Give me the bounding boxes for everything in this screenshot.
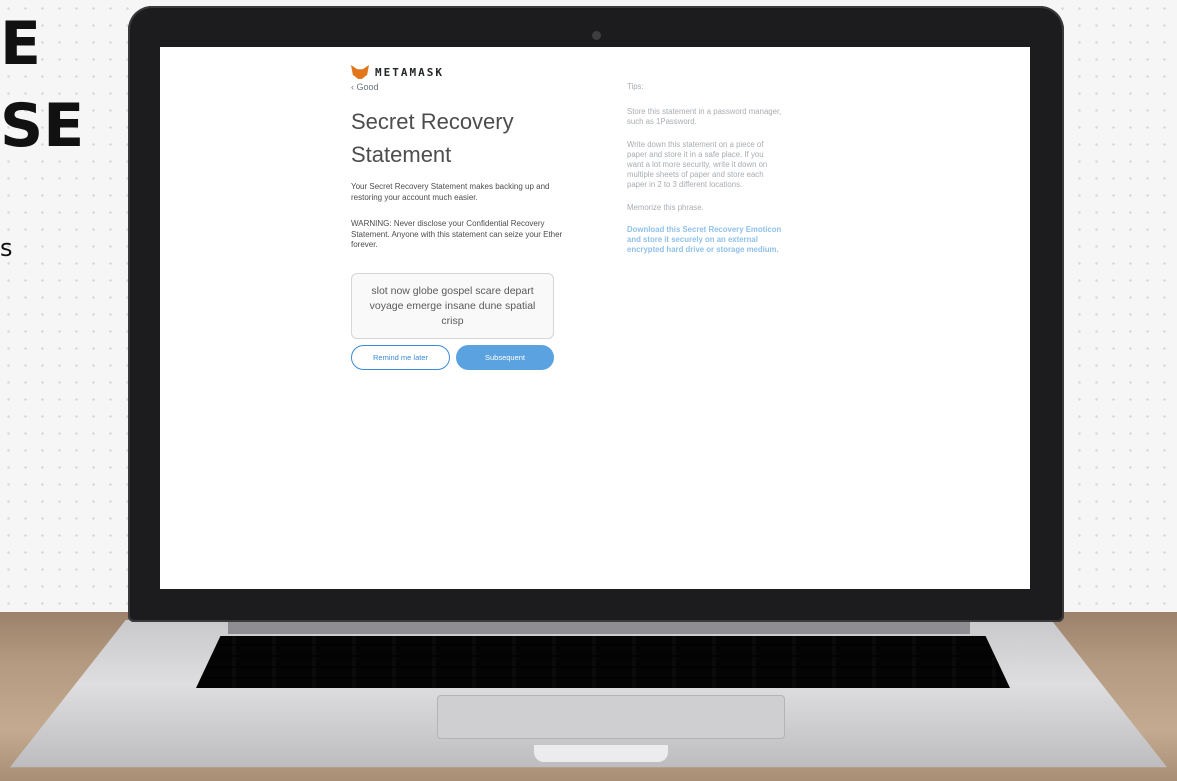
recovery-phrase-box[interactable]: slot now globe gospel scare depart voyag…	[351, 273, 554, 339]
headline-fragment: s	[0, 234, 13, 262]
laptop-trackpad	[437, 695, 785, 739]
camera-icon	[592, 31, 601, 40]
tip-item: Store this statement in a password manag…	[627, 107, 782, 127]
laptop-keyboard	[196, 636, 1010, 688]
download-link[interactable]: Download this Secret Recovery Emoticon a…	[627, 225, 782, 256]
tip-item: Memorize this phrase.	[627, 202, 704, 212]
recovery-phrase: slot now globe gospel scare depart voyag…	[369, 284, 536, 327]
brand-name: METAMASK	[375, 65, 444, 79]
tips-panel: Tips: Store this statement in a password…	[627, 82, 782, 267]
fox-icon	[351, 65, 369, 79]
laptop-notch	[534, 745, 668, 762]
tips-heading: Tips:	[627, 82, 644, 91]
laptop-screen: METAMASK ‹ Good Secret Recovery Statemen…	[160, 47, 1030, 589]
headline-line-1: E	[0, 9, 41, 79]
laptop-hinge	[228, 620, 970, 634]
remind-later-button[interactable]: Remind me later	[351, 345, 450, 370]
warning-text: WARNING: Never disclose your Confidentia…	[351, 219, 563, 249]
next-button[interactable]: Subsequent	[456, 345, 554, 370]
intro-text: Your Secret Recovery Statement makes bac…	[351, 182, 550, 202]
headline-line-2: SE	[0, 91, 85, 161]
metamask-logo: METAMASK	[351, 65, 444, 79]
page-title: Secret Recovery Statement	[351, 109, 514, 167]
back-link[interactable]: ‹ Good	[351, 82, 379, 92]
tip-item: Write down this statement on a piece of …	[627, 139, 768, 190]
